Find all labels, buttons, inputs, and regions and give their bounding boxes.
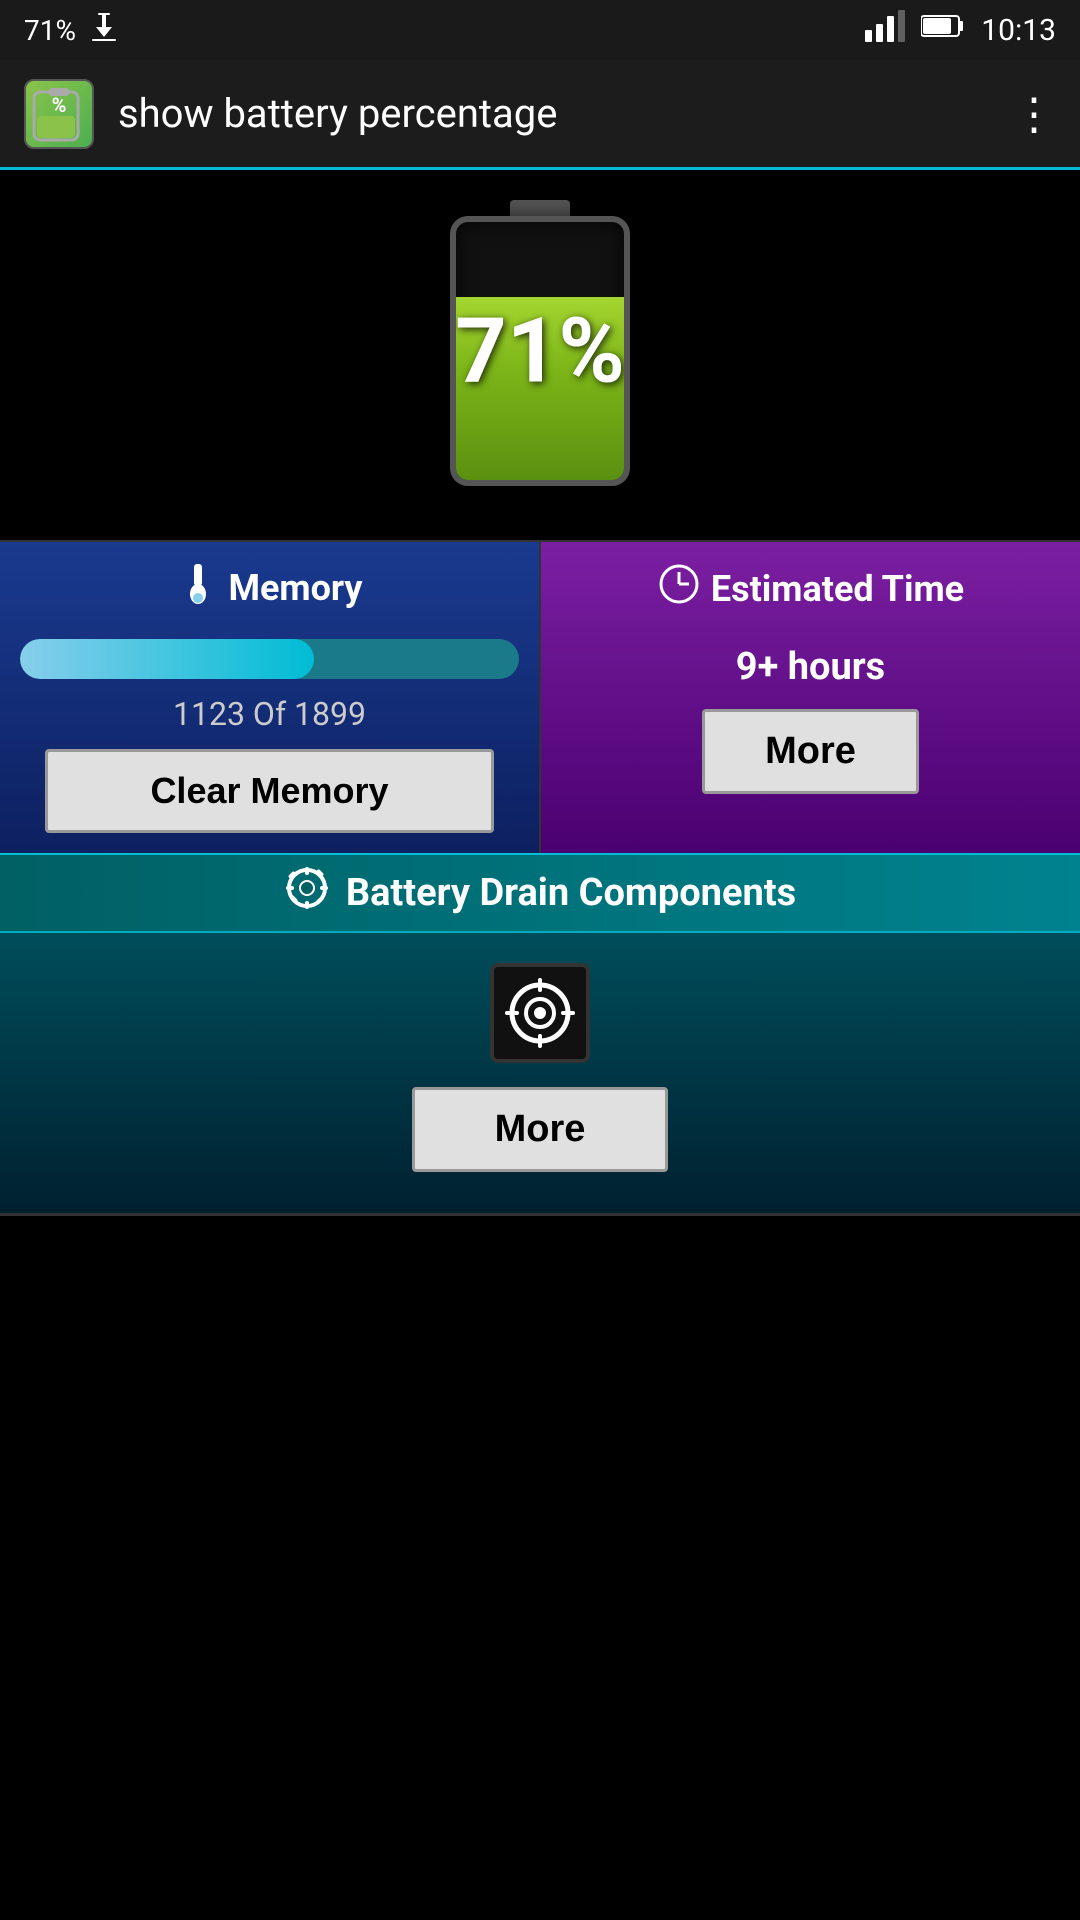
estimated-label: Estimated Time [711,568,964,610]
memory-label: Memory [228,567,362,609]
two-column-section: Memory 1123 Of 1899 Clear Memory Estimat… [0,540,1080,853]
drain-header: Battery Drain Components [0,853,1080,933]
drain-more-button[interactable]: More [412,1087,669,1172]
app-bar: % show battery percentage ⋮ [0,60,1080,170]
battery-icon [921,12,965,48]
gear-icon [284,865,330,921]
clear-memory-button[interactable]: Clear Memory [45,749,494,833]
status-bar: 71% 10:13 [0,0,1080,60]
divider [0,1213,1080,1216]
memory-header: Memory [176,562,362,623]
brush-icon [176,562,218,613]
memory-panel: Memory 1123 Of 1899 Clear Memory [0,542,541,853]
battery-cap [510,200,570,216]
battery-percentage: 71% [455,299,625,404]
app-title: show battery percentage [118,90,988,137]
download-icon [88,11,120,50]
overflow-menu-icon[interactable]: ⋮ [1012,88,1056,140]
memory-ratio: 1123 Of 1899 [173,695,366,733]
estimated-header: Estimated Time [657,562,964,625]
battery-body: 71% [450,216,630,486]
time-display: 10:13 [981,13,1056,48]
drain-header-label: Battery Drain Components [346,871,796,915]
battery-percent-status: 71% [24,14,76,47]
battery-visual: 71% [440,200,640,500]
status-right: 10:13 [865,10,1056,50]
status-left: 71% [24,11,120,50]
memory-progress-bar [20,639,519,679]
estimated-more-button[interactable]: More [702,709,919,794]
clock-icon [657,562,701,615]
battery-display: 71% [0,170,1080,540]
gps-icon-container [490,963,590,1063]
app-icon: % [24,79,94,149]
signal-icon [865,10,905,50]
estimated-time: 9+ hours [736,645,885,689]
drain-content: More [0,933,1080,1213]
svg-text:%: % [52,93,67,117]
memory-progress-fill [20,639,314,679]
estimated-panel: Estimated Time 9+ hours More [541,542,1080,853]
